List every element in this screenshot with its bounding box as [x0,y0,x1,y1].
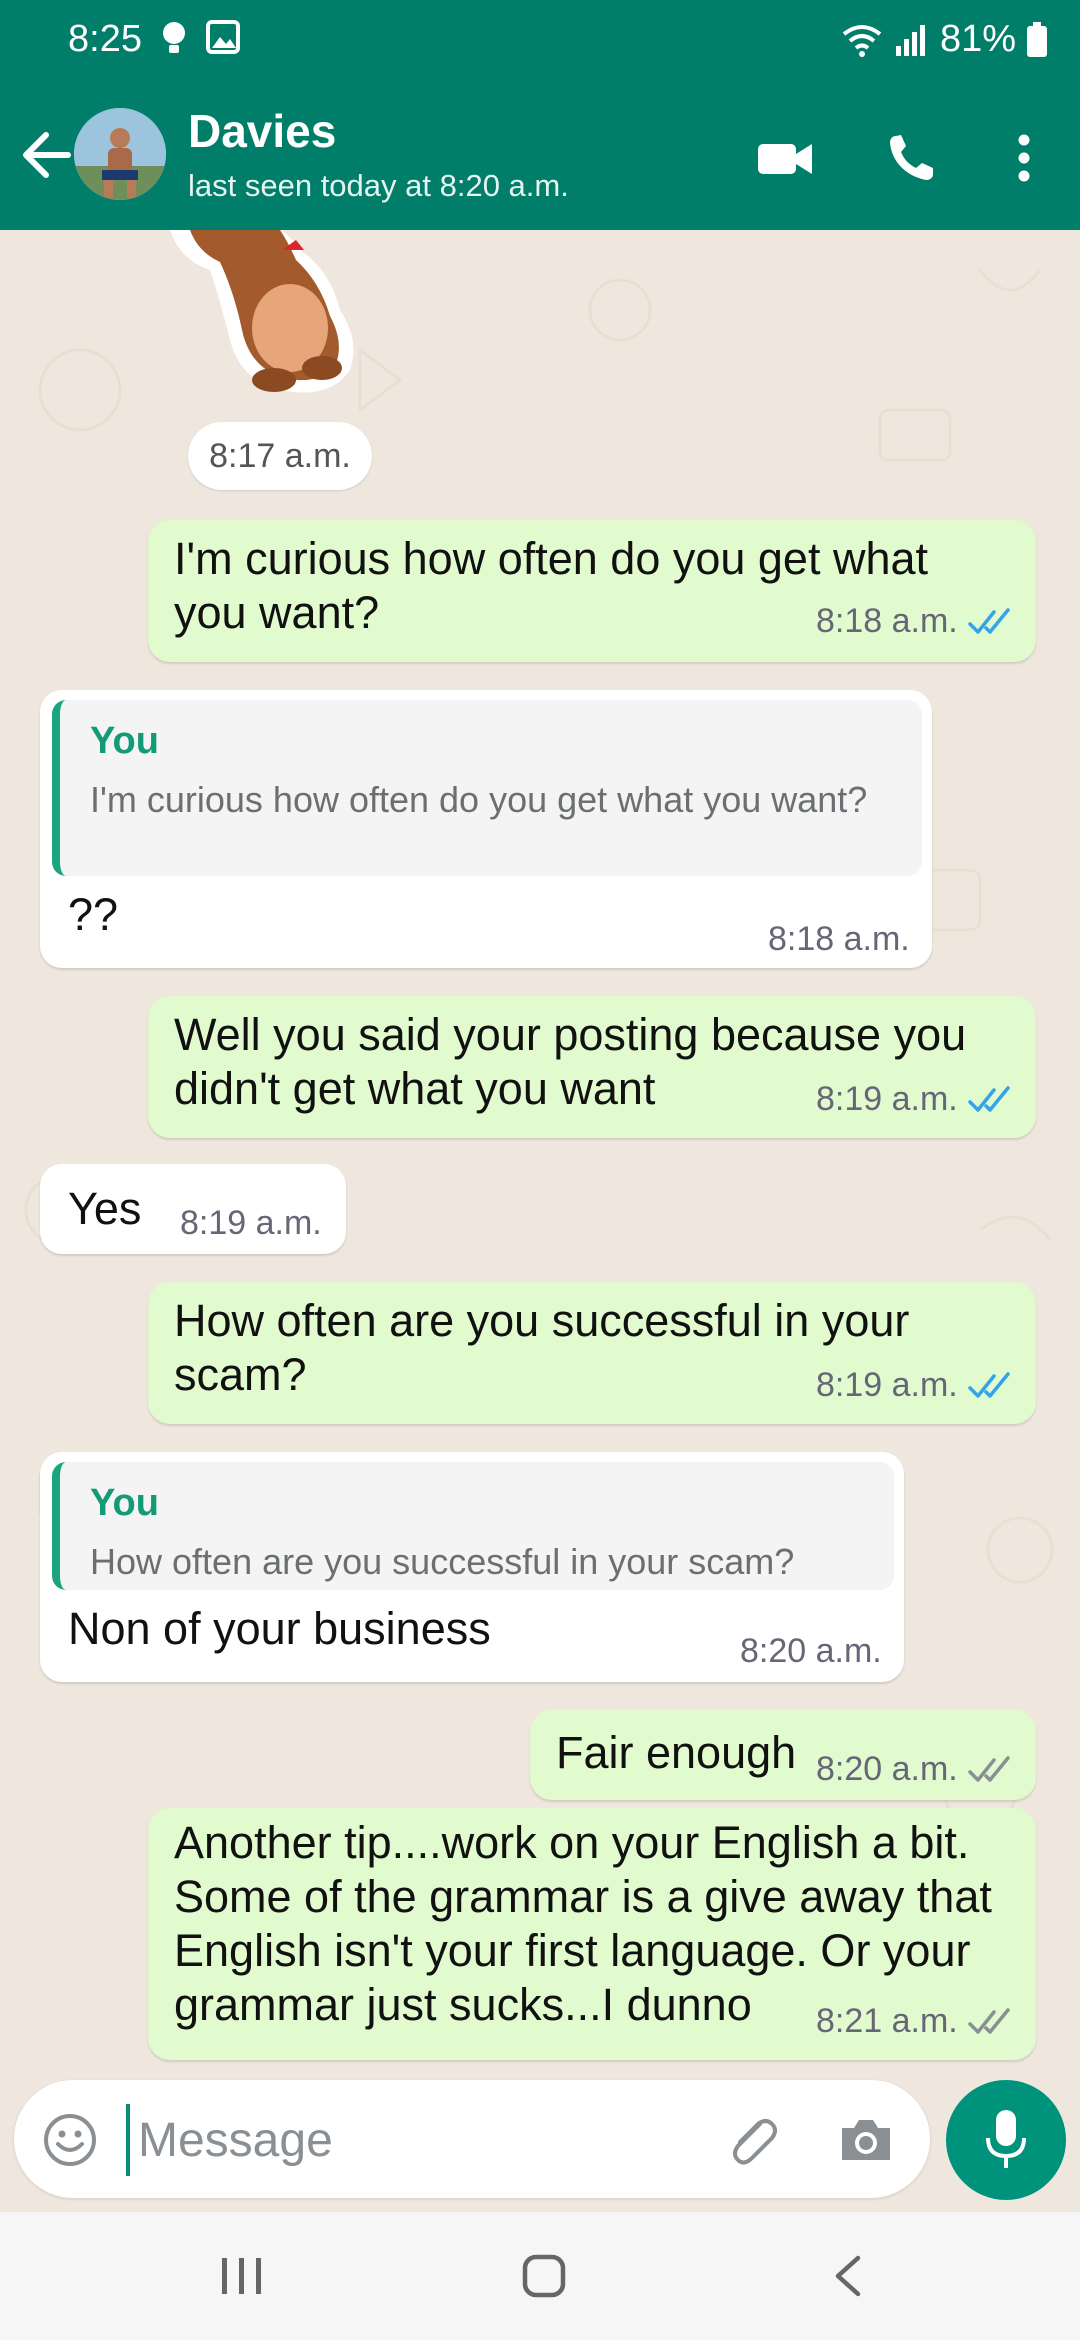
message-bubble-out[interactable]: Another tip....work on your English a bi… [148,1808,1036,2060]
message-bubble-out[interactable]: I'm curious how often do you get what yo… [148,520,1036,662]
quote-text: I'm curious how often do you get what yo… [90,779,868,820]
recent-apps-icon[interactable] [218,2254,266,2298]
message-text: ?? [68,889,119,940]
status-bar: 8:25 81% [0,0,1080,80]
message-time: 8:19 a.m. [180,1204,322,1242]
system-nav-bar [0,2212,1080,2340]
avatar[interactable] [74,108,166,200]
gallery-icon [206,20,240,54]
message-time: 8:19 a.m. [816,1080,958,1118]
microphone-icon [986,2110,1026,2168]
delivered-receipt-icon [968,2008,1010,2034]
reply-quote[interactable]: You I'm curious how often do you get wha… [52,700,922,876]
avatar-photo [74,108,166,200]
bulb-icon [163,22,185,53]
status-right: 81% [840,18,1048,61]
battery-icon [1027,21,1047,57]
message-time: 8:20 a.m. [816,1750,958,1788]
message-input[interactable] [126,2104,700,2176]
sticker-time: 8:17 a.m. [188,422,372,490]
video-call-icon[interactable] [756,130,814,186]
voice-call-icon[interactable] [886,130,938,186]
message-text: Another tip....work on your English a bi… [174,1817,992,2030]
signal-icon [895,24,925,56]
message-time: 8:21 a.m. [816,2002,958,2040]
emoji-icon[interactable] [42,2112,98,2168]
message-time: 8:20 a.m. [740,1632,882,1670]
more-options-icon[interactable] [1006,130,1042,186]
quote-author: You [90,720,159,762]
message-bubble-out[interactable]: Well you said your posting because you d… [148,996,1036,1138]
message-text: Non of your business [68,1603,491,1654]
message-composer [14,2080,930,2198]
message-time: 8:19 a.m. [816,1366,958,1404]
battery-percent: 81% [939,18,1016,60]
message-bubble-in[interactable]: You How often are you successful in your… [40,1452,904,1682]
last-seen: last seen today at 8:20 a.m. [188,168,569,203]
home-icon[interactable] [520,2252,568,2300]
camera-icon[interactable] [836,2112,896,2168]
read-receipt-icon [968,1086,1010,1112]
back-arrow-icon[interactable] [18,120,78,190]
back-nav-icon[interactable] [828,2252,868,2300]
attach-icon[interactable] [720,2110,780,2170]
message-bubble-out[interactable]: How often are you successful in your sca… [148,1282,1036,1424]
message-text: Fair enough [556,1727,797,1778]
chat-area[interactable]: 8:17 a.m. I'm curious how often do you g… [0,230,1080,2080]
message-bubble-in[interactable]: You I'm curious how often do you get wha… [40,690,932,968]
quote-author: You [90,1482,159,1524]
message-bubble-in[interactable]: Yes 8:19 a.m. [40,1164,346,1254]
quote-text: How often are you successful in your sca… [90,1541,795,1582]
message-text: Yes [68,1183,142,1234]
wifi-icon [842,24,882,57]
message-bubble-out[interactable]: Fair enough 8:20 a.m. [530,1710,1036,1800]
chat-header: Davies last seen today at 8:20 a.m. [0,80,1080,230]
reply-quote[interactable]: You How often are you successful in your… [52,1462,894,1590]
read-receipt-icon [968,608,1010,634]
delivered-receipt-icon [968,1756,1010,1782]
mic-button[interactable] [946,2080,1066,2200]
chat-wallpaper [24,269,1054,1900]
status-time: 8:25 [68,18,142,60]
read-receipt-icon [968,1372,1010,1398]
message-time: 8:18 a.m. [816,602,958,640]
monkey-sticker[interactable] [150,230,370,405]
contact-name[interactable]: Davies [188,104,336,158]
message-time: 8:18 a.m. [768,920,910,958]
